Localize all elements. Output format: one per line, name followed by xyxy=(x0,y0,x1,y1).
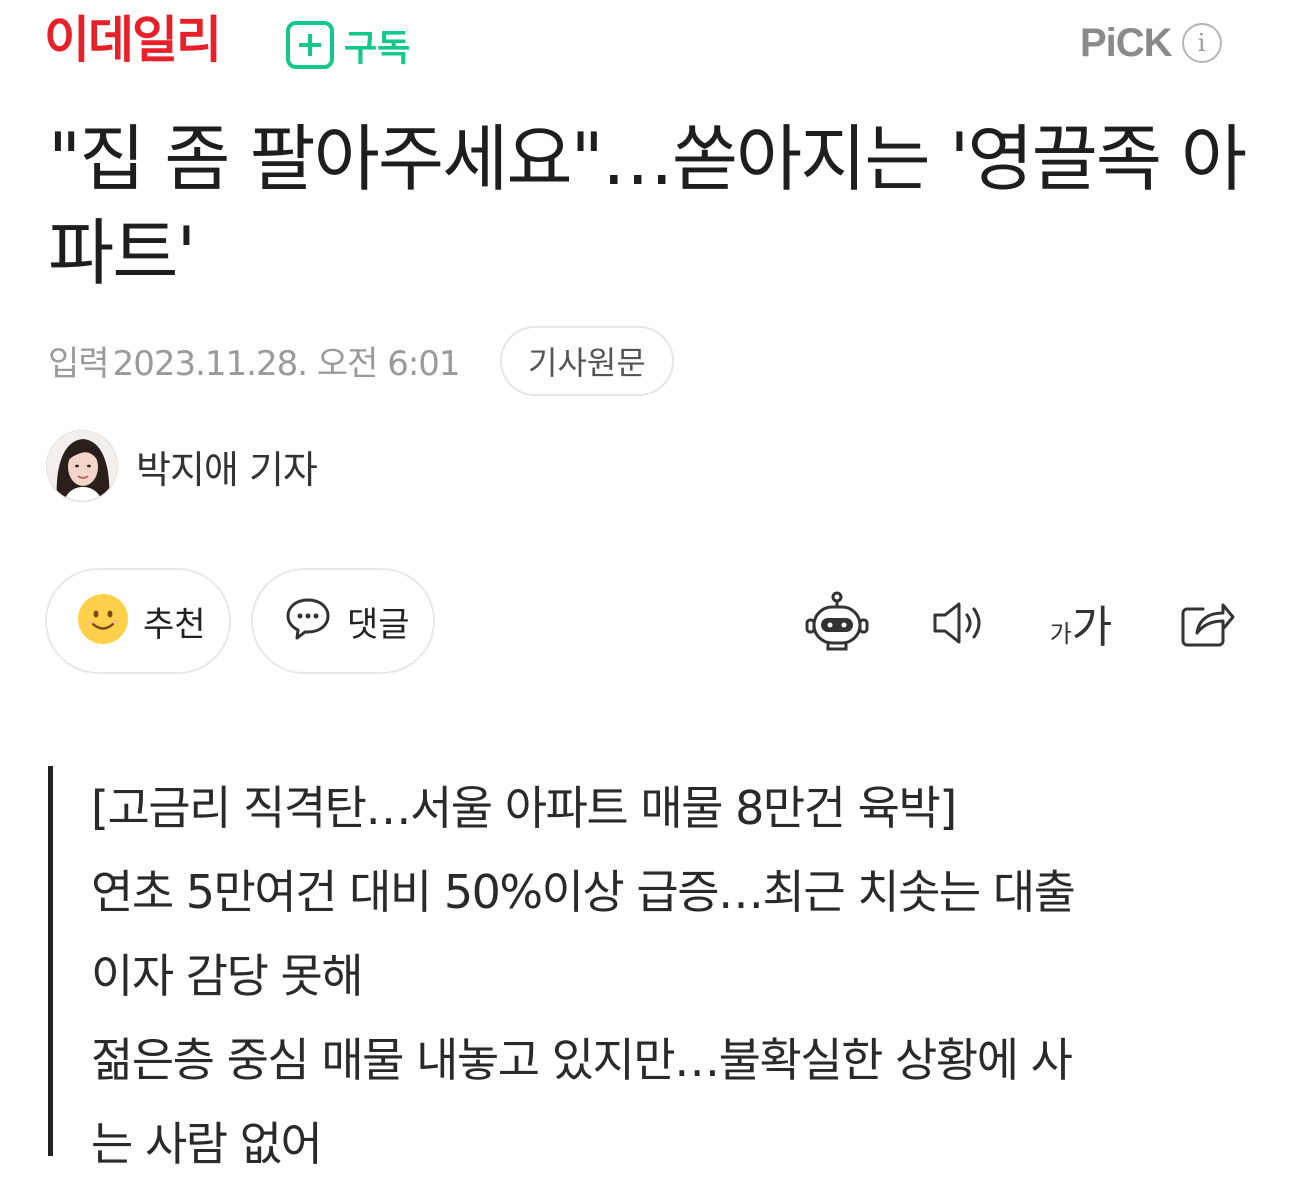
subscribe-label: 구독 xyxy=(344,28,411,69)
share-icon[interactable] xyxy=(1172,588,1242,658)
original-article-button[interactable]: 기사원문 xyxy=(500,326,674,396)
speaker-icon[interactable] xyxy=(924,588,994,658)
like-label: 추천 xyxy=(143,604,206,645)
like-button[interactable]: 추천 xyxy=(45,568,231,674)
article-date: 입력 2023.11.28. 오전 6:01 xyxy=(48,330,461,390)
date-value: 2023.11.28. 오전 6:01 xyxy=(112,343,461,384)
smile-icon xyxy=(77,593,129,649)
avatar xyxy=(46,430,118,502)
article-title: "집 좀 팔아주세요"…쏟아지는 '영끌족 아파트' xyxy=(48,117,1247,295)
subscribe-button[interactable]: 구독 xyxy=(286,18,410,72)
pick-badge[interactable]: PiCK i xyxy=(1080,18,1222,68)
date-label: 입력 xyxy=(48,343,110,384)
font-size-large: 가 xyxy=(1071,602,1113,653)
robot-icon[interactable] xyxy=(802,588,872,658)
info-icon[interactable]: i xyxy=(1181,23,1222,63)
reporter[interactable]: 박지애 기자 xyxy=(46,428,318,504)
summary-line: 젊은층 중심 매물 내놓고 있지만…불확실한 상황에 사 xyxy=(91,1033,1073,1087)
plus-icon xyxy=(286,21,334,69)
summary-line: 연초 5만여건 대비 50%이상 급증…최근 치솟는 대출 xyxy=(91,865,1076,919)
pick-label: PiCK xyxy=(1080,20,1173,65)
reporter-name: 박지애 기자 xyxy=(136,447,318,492)
article-summary: [고금리 직격탄…서울 아파트 매물 8만건 육박] 연초 5만여건 대비 50… xyxy=(48,766,1228,1171)
comment-button[interactable]: 댓글 xyxy=(251,568,435,674)
press-logo[interactable]: 이데일리 xyxy=(44,10,222,70)
summary-line: 이자 감당 못해 xyxy=(91,949,364,1003)
font-size-small: 가 xyxy=(1049,619,1072,648)
comment-label: 댓글 xyxy=(347,604,410,645)
summary-line: 는 사람 없어 xyxy=(91,1117,323,1171)
font-size-icon[interactable]: 가 가 xyxy=(1046,588,1116,658)
comment-icon xyxy=(283,594,333,648)
summary-line: [고금리 직격탄…서울 아파트 매물 8만건 육박] xyxy=(91,781,957,835)
